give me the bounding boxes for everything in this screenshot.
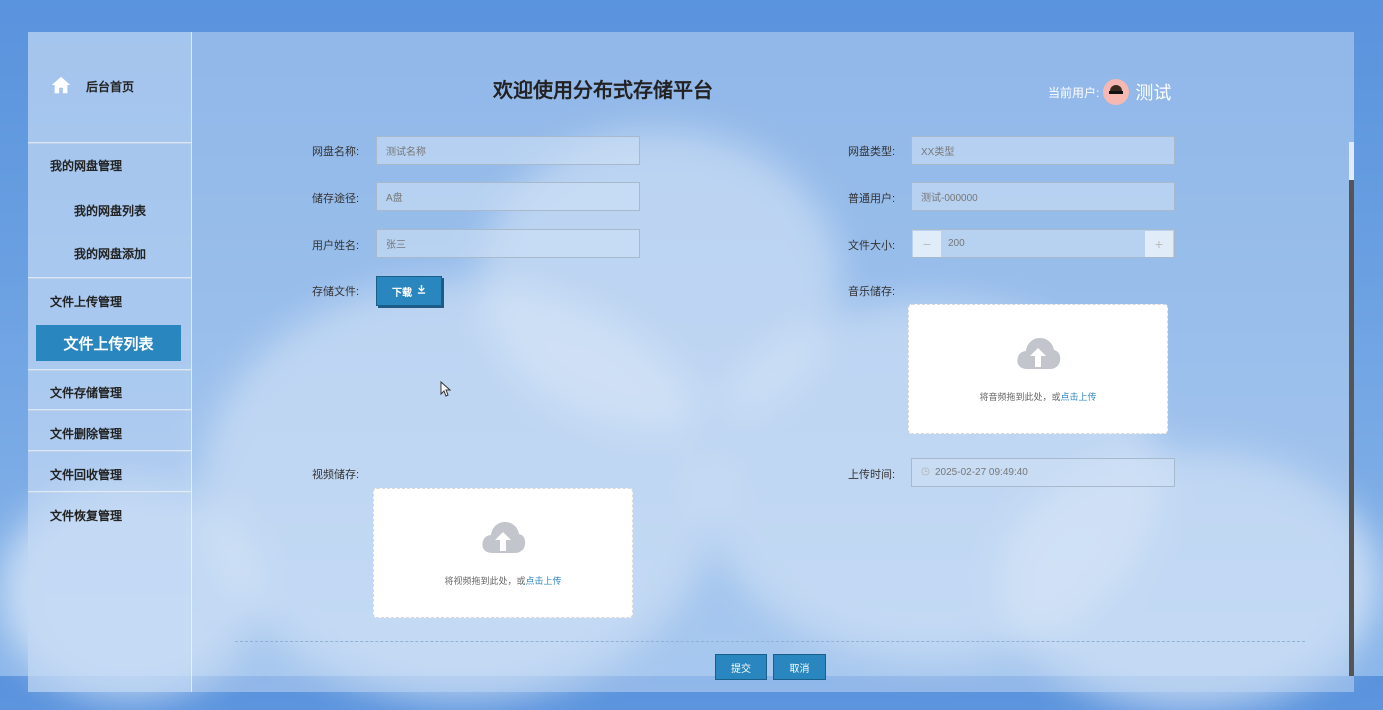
music-upload-hint: 将音频拖到此处，或点击上传 xyxy=(979,390,1096,403)
sidebar-divider xyxy=(28,277,191,279)
download-button[interactable]: 下载 xyxy=(376,276,442,306)
increment-button[interactable]: + xyxy=(1145,231,1173,257)
sidebar-item-file-storage-management[interactable]: 文件存储管理 xyxy=(50,384,122,401)
sidebar-item-my-disk-management[interactable]: 我的网盘管理 xyxy=(50,157,122,174)
storage-file-label: 存储文件: xyxy=(312,286,360,298)
sidebar-divider xyxy=(28,369,191,371)
file-size-value: 200 xyxy=(948,238,965,249)
sidebar-item-my-disk-add[interactable]: 我的网盘添加 xyxy=(74,245,146,262)
form-divider xyxy=(235,641,1305,642)
music-upload-hint-text: 将音频拖到此处，或 xyxy=(979,392,1061,402)
file-size-label: 文件大小: xyxy=(848,240,896,252)
normal-user-label: 普通用户: xyxy=(848,193,896,205)
sidebar-item-file-recycle-management[interactable]: 文件回收管理 xyxy=(50,466,122,483)
mouse-cursor-icon xyxy=(440,380,452,402)
scrollbar-thumb[interactable] xyxy=(1349,180,1354,676)
sidebar-divider xyxy=(28,409,191,411)
music-upload-link[interactable]: 点击上传 xyxy=(1061,392,1097,402)
sidebar-divider xyxy=(28,450,191,452)
normal-user-input[interactable]: 测试-000000 xyxy=(911,182,1175,211)
sidebar-item-file-upload-management[interactable]: 文件上传管理 xyxy=(50,293,122,310)
sidebar-divider xyxy=(28,491,191,493)
file-size-stepper[interactable]: − 200 + xyxy=(911,229,1175,258)
video-upload-link[interactable]: 点击上传 xyxy=(526,576,562,586)
disk-name-input[interactable]: 测试名称 xyxy=(376,136,640,165)
home-icon xyxy=(50,74,72,99)
cloud-upload-icon xyxy=(480,519,526,574)
current-user: 当前用户: 测试 xyxy=(1048,79,1171,105)
video-upload-hint: 将视频拖到此处，或点击上传 xyxy=(444,574,561,587)
sidebar-item-file-delete-management[interactable]: 文件删除管理 xyxy=(50,425,122,442)
sidebar-home[interactable]: 后台首页 xyxy=(50,74,134,98)
disk-type-input[interactable]: XX类型 xyxy=(911,136,1175,165)
upload-time-value: 2025-02-27 09:49:40 xyxy=(935,467,1028,478)
disk-type-label: 网盘类型: xyxy=(848,146,896,158)
download-icon xyxy=(417,285,426,297)
upload-time-input[interactable]: 2025-02-27 09:49:40 xyxy=(911,458,1175,487)
decrement-button[interactable]: − xyxy=(913,231,941,257)
cancel-button[interactable]: 取消 xyxy=(773,654,826,680)
user-name-input[interactable]: 张三 xyxy=(376,229,640,258)
current-user-name: 测试 xyxy=(1135,83,1172,103)
sidebar-item-file-upload-list[interactable]: 文件上传列表 xyxy=(36,325,181,361)
storage-path-label: 储存途径: xyxy=(312,193,360,205)
current-user-label: 当前用户: xyxy=(1048,85,1100,100)
sidebar-home-label: 后台首页 xyxy=(86,79,135,94)
sidebar: 后台首页 我的网盘管理 我的网盘列表 我的网盘添加 文件上传管理 文件上传列表 … xyxy=(28,32,192,692)
music-storage-label: 音乐储存: xyxy=(848,286,896,298)
page-title: 欢迎使用分布式存储平台 xyxy=(493,80,713,102)
avatar[interactable] xyxy=(1103,79,1130,105)
sidebar-item-file-restore-management[interactable]: 文件恢复管理 xyxy=(50,507,122,524)
video-upload-hint-text: 将视频拖到此处，或 xyxy=(444,576,526,586)
storage-path-input[interactable]: A盘 xyxy=(376,182,640,211)
main-panel: 后台首页 我的网盘管理 我的网盘列表 我的网盘添加 文件上传管理 文件上传列表 … xyxy=(28,32,1354,692)
disk-name-label: 网盘名称: xyxy=(312,146,360,158)
clock-icon xyxy=(921,466,930,479)
user-name-label: 用户姓名: xyxy=(312,240,360,252)
download-button-label: 下载 xyxy=(392,287,412,299)
upload-time-label: 上传时间: xyxy=(848,469,896,481)
video-storage-label: 视频储存: xyxy=(312,469,360,481)
music-upload-dropzone[interactable]: 将音频拖到此处，或点击上传 xyxy=(908,304,1168,434)
cloud-upload-icon xyxy=(1015,335,1061,390)
video-upload-dropzone[interactable]: 将视频拖到此处，或点击上传 xyxy=(373,488,633,618)
submit-button[interactable]: 提交 xyxy=(715,654,767,680)
sidebar-item-my-disk-list[interactable]: 我的网盘列表 xyxy=(74,202,146,219)
sidebar-divider xyxy=(28,142,191,144)
